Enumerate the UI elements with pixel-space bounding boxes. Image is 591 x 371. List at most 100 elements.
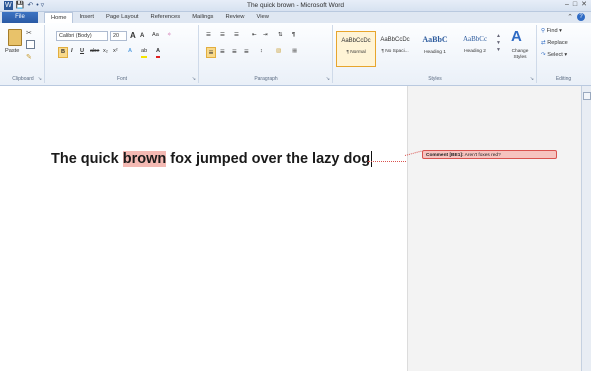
- change-case-button[interactable]: Aa: [152, 31, 159, 40]
- text-cursor: [371, 151, 373, 168]
- tab-file[interactable]: File: [2, 12, 38, 23]
- replace-button[interactable]: ⇄ Replace: [541, 39, 568, 48]
- select-icon: ↷: [541, 52, 546, 58]
- grow-font-button[interactable]: A: [130, 31, 136, 40]
- styles-scroll-icon[interactable]: ▲ ▼ ▼: [496, 33, 501, 54]
- align-right-button[interactable]: ≡: [232, 47, 237, 56]
- minimize-button[interactable]: –: [565, 0, 569, 10]
- style-name: ¶ Normal: [346, 50, 366, 55]
- underline-button[interactable]: U: [80, 47, 84, 56]
- style-heading-1[interactable]: AaBbC Heading 1: [416, 31, 454, 65]
- clear-formatting-button[interactable]: ✧: [167, 31, 172, 40]
- styles-label: Styles: [428, 76, 442, 82]
- replace-icon: ⇄: [541, 40, 546, 46]
- select-label: Select: [547, 52, 563, 58]
- editing-group: ⚲ Find ▾ ⇄ Replace ↷ Select ▾ Editing: [538, 25, 589, 83]
- center-button[interactable]: ≡: [220, 47, 225, 56]
- style-preview: AaBbCc: [462, 35, 488, 43]
- comment-balloon[interactable]: Comment [BE1]: Aren't foxes red?: [422, 150, 557, 159]
- paragraph-launcher-icon[interactable]: ↘: [326, 76, 330, 82]
- replace-label: Replace: [547, 40, 568, 46]
- highlight-color-button[interactable]: ab: [141, 47, 148, 58]
- decrease-indent-button[interactable]: ⇤: [252, 31, 257, 40]
- shading-button[interactable]: ▧: [276, 47, 281, 56]
- font-name-box[interactable]: Calibri (Body): [56, 31, 108, 41]
- copy-icon[interactable]: [26, 40, 35, 49]
- tab-view[interactable]: View: [250, 12, 274, 23]
- tab-insert[interactable]: Insert: [73, 12, 100, 23]
- editing-label: Editing: [555, 76, 572, 82]
- cut-icon[interactable]: ✂: [26, 29, 32, 37]
- clipboard-launcher-icon[interactable]: ↘: [38, 76, 42, 82]
- text-effects-button[interactable]: A: [128, 47, 132, 56]
- find-button[interactable]: ⚲ Find ▾: [541, 27, 562, 36]
- styles-group: AaBbCcDc ¶ Normal AaBbCcDc ¶ No Spaci... AaB…: [334, 25, 537, 83]
- numbering-button[interactable]: ☰: [220, 31, 225, 40]
- style-name: ¶ No Spaci...: [381, 49, 409, 54]
- font-color-button[interactable]: A: [156, 47, 161, 58]
- style-heading-2[interactable]: AaBbCc Heading 2: [456, 31, 494, 65]
- ruler-toggle-icon[interactable]: [583, 92, 591, 100]
- justify-button[interactable]: ≡: [244, 47, 249, 56]
- line-spacing-button[interactable]: ↕: [260, 47, 263, 56]
- change-styles-button[interactable]: Change Styles: [506, 49, 534, 61]
- title-bar: W 💾 ↶ • ▿ The quick brown - Microsoft Wo…: [0, 0, 591, 12]
- paste-button[interactable]: Paste: [5, 47, 19, 56]
- bullets-button[interactable]: ☰: [206, 31, 211, 40]
- paste-icon[interactable]: [8, 29, 22, 46]
- sort-button[interactable]: ⇅: [278, 31, 283, 40]
- help-icon[interactable]: ?: [577, 13, 585, 21]
- tab-review[interactable]: Review: [219, 12, 250, 23]
- vertical-ruler: [581, 86, 591, 371]
- text-before: The quick: [51, 151, 123, 167]
- find-icon: ⚲: [541, 28, 546, 34]
- italic-button[interactable]: I: [71, 47, 73, 56]
- font-launcher-icon[interactable]: ↘: [192, 76, 196, 82]
- tab-mailings[interactable]: Mailings: [186, 12, 219, 23]
- font-size-box[interactable]: 20: [110, 31, 127, 41]
- shrink-font-button[interactable]: A: [140, 32, 144, 41]
- word-window: W 💾 ↶ • ▿ The quick brown - Microsoft Wo…: [0, 0, 591, 371]
- tab-page-layout[interactable]: Page Layout: [100, 12, 145, 23]
- tab-references[interactable]: References: [145, 12, 187, 23]
- clipboard-group: Paste ✂ ✎ Clipboard ↘: [2, 25, 45, 83]
- font-group: Calibri (Body) 20 A A Aa ✧ B I U abe x₂ …: [46, 25, 199, 83]
- comment-connector: [368, 161, 406, 162]
- font-label: Font: [116, 76, 127, 82]
- style-preview: AaBbCcDc: [380, 37, 410, 43]
- paragraph-label: Paragraph: [254, 76, 278, 82]
- style-normal[interactable]: AaBbCcDc ¶ Normal: [336, 31, 376, 67]
- format-painter-icon[interactable]: ✎: [26, 53, 32, 61]
- align-left-button[interactable]: ≡: [206, 47, 216, 58]
- subscript-button[interactable]: x₂: [103, 47, 108, 56]
- commented-word[interactable]: brown: [122, 151, 167, 167]
- text-after: fox jumped over the lazy dog: [166, 151, 371, 167]
- strikethrough-button[interactable]: abe: [90, 47, 99, 56]
- select-button[interactable]: ↷ Select ▾: [541, 51, 567, 60]
- ribbon-help-area: ⌃ ?: [567, 12, 585, 23]
- window-title: The quick brown - Microsoft Word: [246, 2, 345, 9]
- style-name: Heading 2: [464, 49, 486, 54]
- ribbon-home: Paste ✂ ✎ Clipboard ↘ Calibri (Body) 20 …: [0, 23, 591, 86]
- style-name: Heading 1: [424, 50, 446, 55]
- styles-launcher-icon[interactable]: ↘: [530, 76, 534, 82]
- restore-button[interactable]: □: [573, 0, 577, 10]
- style-preview: AaBbCcDc: [341, 38, 371, 44]
- show-hide-button[interactable]: ¶: [292, 31, 295, 40]
- ribbon-tab-list: Home Insert Page Layout References Mailings R…: [44, 12, 275, 23]
- paragraph-group: ☰ ☰ ☰ ⇤ ⇥ ⇅ ¶ ≡ ≡ ≡ ≡ ↕ ▧ ▦ Paragraph ↘: [200, 25, 333, 83]
- close-button[interactable]: ✕: [581, 0, 587, 10]
- change-styles-icon[interactable]: A: [511, 29, 522, 44]
- style-no-spaci[interactable]: AaBbCcDc ¶ No Spaci...: [376, 31, 414, 65]
- tab-home[interactable]: Home: [44, 12, 74, 23]
- bold-button[interactable]: B: [58, 47, 68, 58]
- window-controls: – □ ✕: [565, 0, 587, 10]
- comment-tag: Comment [BE1]:: [426, 153, 464, 158]
- multilevel-list-button[interactable]: ☰: [234, 31, 239, 40]
- find-label: Find: [546, 28, 558, 34]
- increase-indent-button[interactable]: ⇥: [263, 31, 268, 40]
- minimize-ribbon-icon[interactable]: ⌃: [567, 12, 573, 23]
- superscript-button[interactable]: x²: [113, 47, 118, 56]
- document-text[interactable]: The quick brown fox jumped over the lazy…: [51, 148, 373, 170]
- borders-button[interactable]: ▦: [292, 47, 297, 56]
